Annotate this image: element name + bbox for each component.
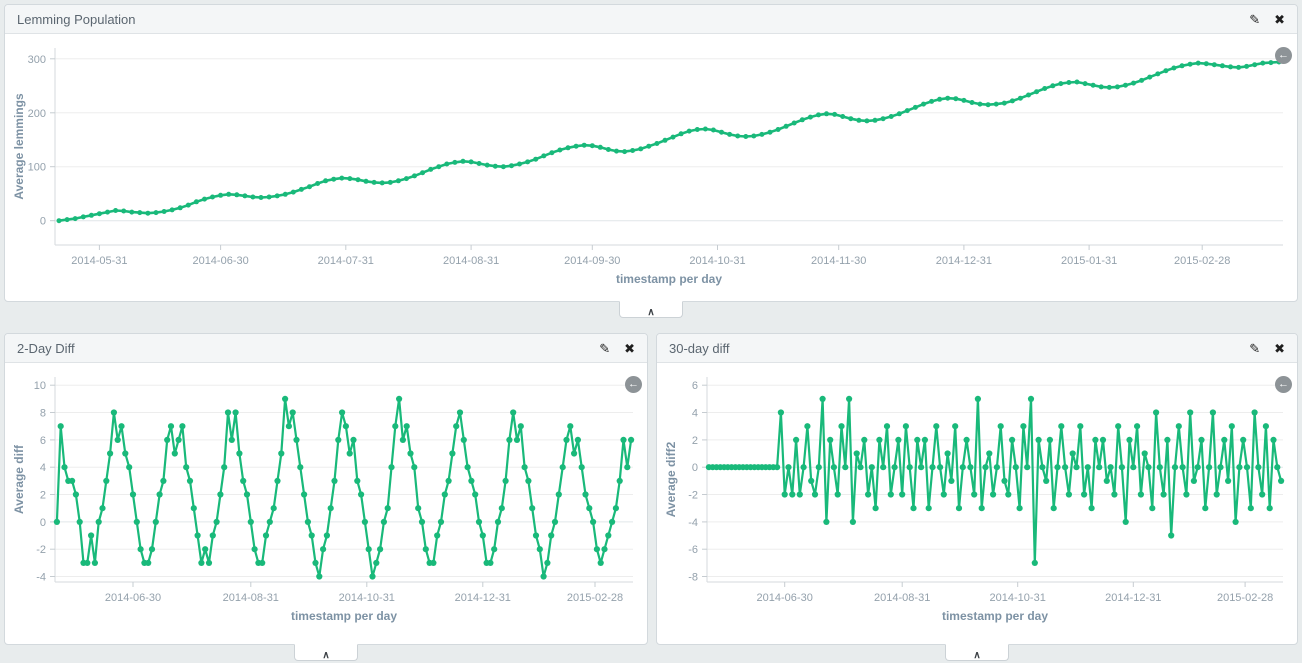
edit-pencil-icon[interactable]: ✎: [1249, 342, 1260, 355]
svg-text:8: 8: [40, 408, 46, 420]
svg-text:2014-06-30: 2014-06-30: [757, 592, 813, 604]
line-chart-30-day-diff[interactable]: -8 -6 -4 -2 0 2 4 6 2014-06-30 2014-08-31 2014-10-…: [657, 363, 1297, 644]
panel-header-lemming-population[interactable]: Lemming Population ✎ ✖: [5, 5, 1297, 34]
svg-text:4: 4: [692, 408, 698, 420]
svg-text:300: 300: [28, 54, 46, 66]
collapse-button[interactable]: ∧: [945, 644, 1009, 661]
panel-title: 30-day diff: [669, 341, 729, 356]
close-icon[interactable]: ✖: [624, 342, 635, 355]
svg-text:6: 6: [692, 380, 698, 392]
svg-text:0: 0: [40, 517, 46, 529]
panel-actions: ✎ ✖: [585, 342, 635, 355]
svg-text:4: 4: [40, 462, 46, 474]
svg-text:2014-09-30: 2014-09-30: [564, 255, 620, 267]
svg-text:2014-11-30: 2014-11-30: [811, 255, 866, 267]
svg-text:-8: -8: [688, 572, 698, 584]
svg-text:2014-08-31: 2014-08-31: [443, 255, 499, 267]
panel-actions: ✎ ✖: [1235, 13, 1285, 26]
svg-text:2014-10-31: 2014-10-31: [339, 592, 395, 604]
back-arrow-icon[interactable]: ←: [625, 376, 642, 393]
chevron-up-icon: ∧: [647, 305, 654, 320]
svg-text:Average lemmings: Average lemmings: [12, 93, 26, 200]
back-arrow-icon[interactable]: ←: [1275, 376, 1292, 393]
chart-area-30-day-diff: ← -8 -6 -4 -2 0 2 4 6 2014-06-30 2014-08-31 2014-1…: [657, 363, 1297, 644]
svg-text:6: 6: [40, 435, 46, 447]
close-icon[interactable]: ✖: [1274, 13, 1285, 26]
panel-title: Lemming Population: [17, 12, 136, 27]
svg-text:-4: -4: [36, 572, 46, 584]
collapse-button[interactable]: ∧: [619, 301, 683, 318]
svg-text:timestamp per day: timestamp per day: [942, 609, 1048, 623]
svg-text:-2: -2: [688, 490, 698, 502]
chart-area-2-day-diff: ← -4 -2 0 2 4 6 8 10 2014-06-30 2014-08-31 2014-10…: [5, 363, 647, 644]
svg-text:2014-10-31: 2014-10-31: [689, 255, 745, 267]
svg-text:2014-10-31: 2014-10-31: [990, 592, 1046, 604]
panel-header-30-day-diff[interactable]: 30-day diff ✎ ✖: [657, 334, 1297, 363]
panel-title: 2-Day Diff: [17, 341, 75, 356]
svg-text:2014-07-31: 2014-07-31: [318, 255, 374, 267]
panel-2-day-diff: 2-Day Diff ✎ ✖ ← -4 -2 0 2 4 6 8 10 2014-06-30 20…: [4, 333, 648, 645]
svg-text:10: 10: [34, 380, 46, 392]
back-arrow-icon[interactable]: ←: [1275, 47, 1292, 64]
panel-actions: ✎ ✖: [1235, 342, 1285, 355]
svg-text:2: 2: [692, 435, 698, 447]
collapse-button[interactable]: ∧: [294, 644, 358, 661]
svg-text:2014-06-30: 2014-06-30: [105, 592, 161, 604]
chevron-up-icon: ∧: [973, 648, 980, 663]
svg-text:2015-01-31: 2015-01-31: [1061, 255, 1117, 267]
svg-text:2014-08-31: 2014-08-31: [874, 592, 930, 604]
svg-text:timestamp per day: timestamp per day: [616, 272, 722, 286]
svg-text:0: 0: [40, 216, 46, 228]
svg-text:2014-08-31: 2014-08-31: [223, 592, 279, 604]
panel-header-2-day-diff[interactable]: 2-Day Diff ✎ ✖: [5, 334, 647, 363]
svg-text:timestamp per day: timestamp per day: [291, 609, 397, 623]
svg-text:0: 0: [692, 462, 698, 474]
svg-text:2014-12-31: 2014-12-31: [455, 592, 511, 604]
svg-text:2014-06-30: 2014-06-30: [192, 255, 248, 267]
line-chart-2-day-diff[interactable]: -4 -2 0 2 4 6 8 10 2014-06-30 2014-08-31 2014-10-3…: [5, 363, 647, 644]
close-icon[interactable]: ✖: [1274, 342, 1285, 355]
svg-text:2015-02-28: 2015-02-28: [1174, 255, 1230, 267]
panel-30-day-diff: 30-day diff ✎ ✖ ← -8 -6 -4 -2 0 2 4 6 2014-06-30…: [656, 333, 1298, 645]
edit-pencil-icon[interactable]: ✎: [1249, 13, 1260, 26]
svg-text:2: 2: [40, 490, 46, 502]
svg-text:-2: -2: [36, 544, 46, 556]
chevron-up-icon: ∧: [322, 648, 329, 663]
edit-pencil-icon[interactable]: ✎: [599, 342, 610, 355]
svg-text:200: 200: [28, 108, 46, 120]
svg-text:2015-02-28: 2015-02-28: [1217, 592, 1273, 604]
line-chart-lemming-population[interactable]: 0 100 200 300 2014-05-31 2014-06-30 2014-07-31…: [5, 34, 1297, 301]
svg-text:Average diff: Average diff: [12, 444, 26, 514]
chart-area-lemming-population: ← 0 100 200 300 2014-05-31 2014-06-30 2014-07-…: [5, 34, 1297, 301]
svg-text:2015-02-28: 2015-02-28: [567, 592, 623, 604]
svg-text:-6: -6: [688, 544, 698, 556]
svg-text:-4: -4: [688, 517, 698, 529]
svg-text:2014-05-31: 2014-05-31: [71, 255, 127, 267]
svg-text:2014-12-31: 2014-12-31: [1105, 592, 1161, 604]
svg-text:2014-12-31: 2014-12-31: [936, 255, 992, 267]
svg-text:Average diff2: Average diff2: [664, 441, 678, 517]
svg-text:100: 100: [28, 162, 46, 174]
panel-lemming-population: Lemming Population ✎ ✖ ← 0 100 200 300 2014-…: [4, 4, 1298, 302]
